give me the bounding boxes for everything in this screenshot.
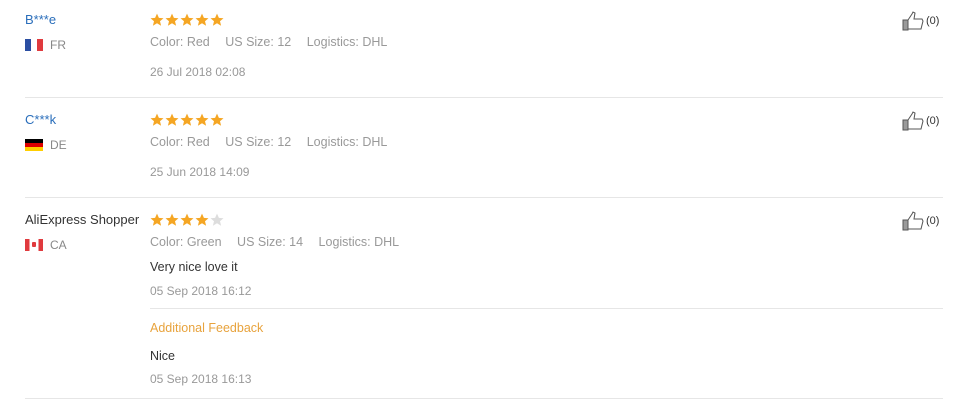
additional-feedback-text: Nice (150, 349, 176, 363)
reviewer-name: AliExpress Shopper (25, 212, 140, 227)
helpful-count: (0) (926, 115, 940, 127)
germany-flag-icon (25, 139, 43, 151)
star-icon (165, 113, 179, 126)
order-attributes: Color: Red US Size: 12 Logistics: DHL (150, 135, 399, 149)
helpful-button[interactable]: (0) (902, 211, 939, 231)
star-icon (195, 113, 209, 126)
review-divider (25, 197, 943, 198)
attr-logistics: Logistics: DHL (306, 35, 388, 49)
country-code: CA (50, 238, 67, 252)
star-icon (180, 213, 194, 226)
helpful-button[interactable]: (0) (902, 111, 939, 131)
helpful-button[interactable]: (0) (902, 11, 939, 31)
star-icon (210, 213, 224, 226)
helpful-count: (0) (926, 15, 940, 27)
review-date: 26 Jul 2018 02:08 (150, 65, 246, 79)
attr-size: US Size: 12 (225, 35, 292, 49)
thumbs-up-icon (902, 11, 924, 31)
attr-logistics: Logistics: DHL (318, 235, 400, 249)
star-rating (150, 113, 224, 127)
thumbs-up-icon (902, 211, 924, 231)
additional-feedback-date: 05 Sep 2018 16:13 (150, 372, 252, 386)
reviewer-name[interactable]: C***k (25, 112, 56, 127)
star-icon (210, 13, 224, 26)
attr-color: Color: Red (150, 135, 210, 149)
helpful-count: (0) (926, 215, 940, 227)
country-code: FR (50, 38, 66, 52)
order-attributes: Color: Green US Size: 14 Logistics: DHL (150, 235, 411, 249)
star-rating (150, 13, 224, 27)
reviewer-country: DE (25, 138, 67, 152)
reviewer-name[interactable]: B***e (25, 12, 56, 27)
reviewer-country: FR (25, 38, 66, 52)
attr-color: Color: Green (150, 235, 222, 249)
star-icon (150, 13, 164, 26)
star-icon (165, 13, 179, 26)
star-icon (165, 213, 179, 226)
star-icon (150, 213, 164, 226)
star-icon (180, 13, 194, 26)
feedback-divider (150, 308, 943, 309)
star-icon (195, 13, 209, 26)
review-date: 05 Sep 2018 16:12 (150, 284, 252, 298)
country-code: DE (50, 138, 67, 152)
attr-logistics: Logistics: DHL (306, 135, 388, 149)
star-icon (150, 113, 164, 126)
review-text: Very nice love it (150, 260, 238, 274)
star-icon (210, 113, 224, 126)
additional-feedback-label: Additional Feedback (150, 321, 264, 335)
star-icon (180, 113, 194, 126)
attr-size: US Size: 14 (237, 235, 304, 249)
canada-flag-icon (25, 239, 43, 251)
star-icon (195, 213, 209, 226)
thumbs-up-icon (902, 111, 924, 131)
france-flag-icon (25, 39, 43, 51)
review-divider (25, 398, 943, 399)
star-rating (150, 213, 224, 227)
review-divider (25, 97, 943, 98)
attr-color: Color: Red (150, 35, 210, 49)
review-date: 25 Jun 2018 14:09 (150, 165, 250, 179)
order-attributes: Color: Red US Size: 12 Logistics: DHL (150, 35, 399, 49)
reviewer-country: CA (25, 238, 67, 252)
attr-size: US Size: 12 (225, 135, 292, 149)
